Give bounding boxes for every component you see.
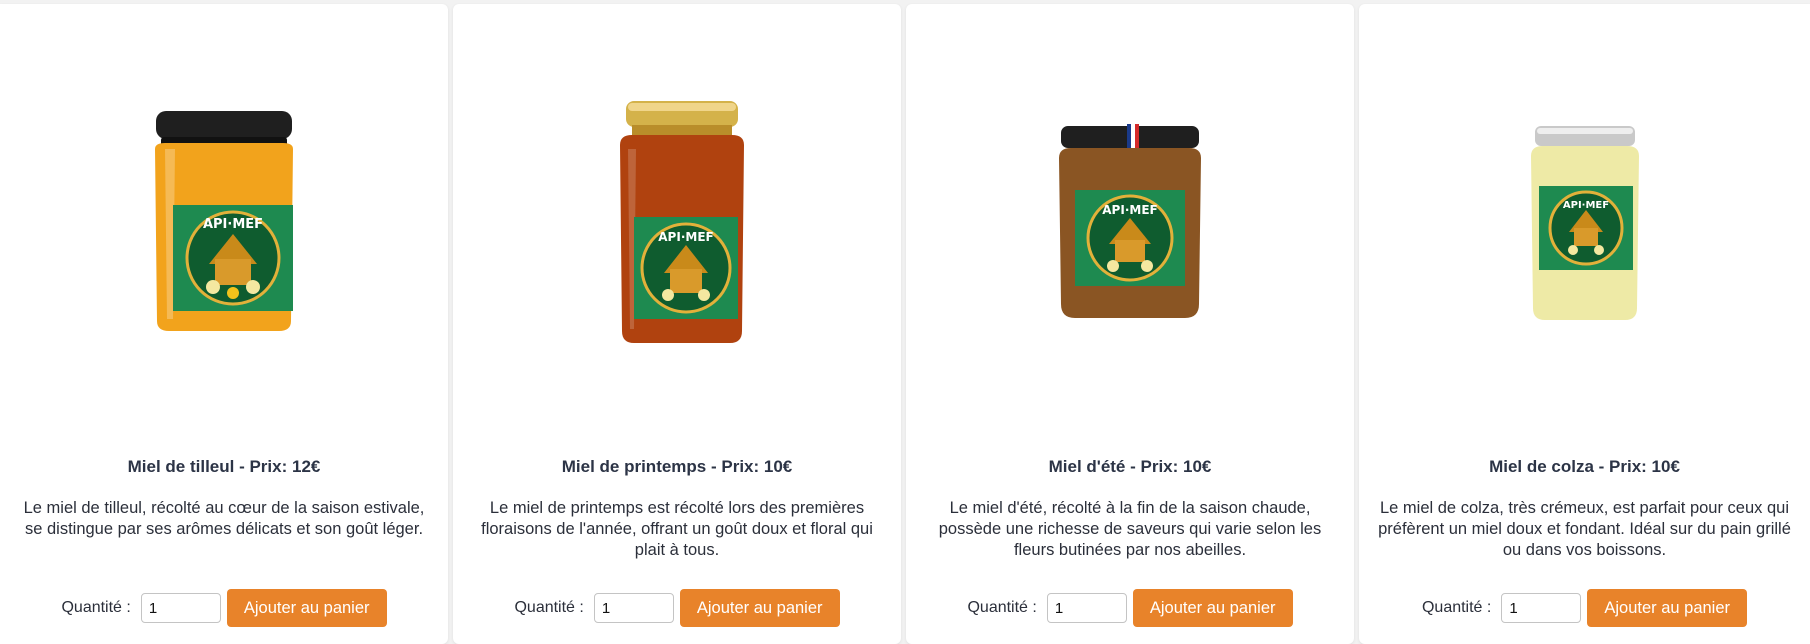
product-title: Miel de printemps - Prix: 10€ <box>561 457 793 476</box>
product-image-tilleul: API·MEF <box>0 4 448 444</box>
product-card-ete: API·MEF Miel d'été - Prix: 10€ Le miel d… <box>906 4 1354 644</box>
svg-text:API·MEF: API·MEF <box>203 217 263 232</box>
product-grid: API·MEF Miel de tilleul - Prix: 12€ Le m… <box>0 4 1810 644</box>
quantity-label: Quantité : <box>514 599 584 616</box>
honey-jar-image: API·MEF <box>620 101 744 343</box>
product-image-printemps: API·MEF <box>453 4 901 444</box>
quantity-label: Quantité : <box>61 599 131 616</box>
product-title: Miel de colza - Prix: 10€ <box>1489 457 1680 476</box>
product-title: Miel de tilleul - Prix: 12€ <box>127 457 321 476</box>
product-card-tilleul: API·MEF Miel de tilleul - Prix: 12€ Le m… <box>0 4 448 644</box>
product-card-colza: API·MEF Miel de colza - Prix: 10€ Le mie… <box>1359 4 1810 644</box>
quantity-label: Quantité : <box>967 599 1037 616</box>
product-description: Le miel de printemps est récolté lors de… <box>481 499 873 559</box>
quantity-label: Quantité : <box>1421 599 1492 616</box>
svg-text:API·MEF: API·MEF <box>1102 203 1157 217</box>
product-description: Le miel de tilleul, récolté au cœur de l… <box>23 499 425 538</box>
buy-row: Quantité : Ajouter au panier <box>906 589 1354 627</box>
add-to-cart-button[interactable]: Ajouter au panier <box>1587 589 1748 627</box>
add-to-cart-button[interactable]: Ajouter au panier <box>679 589 840 627</box>
quantity-input[interactable] <box>593 593 674 623</box>
quantity-input[interactable] <box>140 593 221 623</box>
buy-row: Quantité : Ajouter au panier <box>0 589 448 627</box>
buy-row: Quantité : Ajouter au panier <box>453 589 901 627</box>
honey-jar-image: API·MEF <box>155 111 293 331</box>
product-image-colza: API·MEF <box>1359 4 1810 444</box>
product-title: Miel d'été - Prix: 10€ <box>1048 457 1212 476</box>
add-to-cart-button[interactable]: Ajouter au panier <box>226 589 387 627</box>
quantity-input[interactable] <box>1046 593 1127 623</box>
honey-jar-image: API·MEF <box>1059 124 1201 318</box>
add-to-cart-button[interactable]: Ajouter au panier <box>1132 589 1293 627</box>
svg-text:API·MEF: API·MEF <box>1562 200 1608 211</box>
honey-jar-image: API·MEF <box>1530 126 1639 320</box>
quantity-input[interactable] <box>1501 593 1582 623</box>
product-description: Le miel d'été, récolté à la fin de la sa… <box>938 499 1322 559</box>
svg-text:API·MEF: API·MEF <box>658 230 713 244</box>
product-card-printemps: API·MEF Miel de printemps - Prix: 10€ Le… <box>453 4 901 644</box>
product-image-ete: API·MEF <box>906 4 1354 444</box>
product-description: Le miel de colza, très crémeux, est parf… <box>1378 499 1791 559</box>
buy-row: Quantité : Ajouter au panier <box>1359 589 1810 627</box>
